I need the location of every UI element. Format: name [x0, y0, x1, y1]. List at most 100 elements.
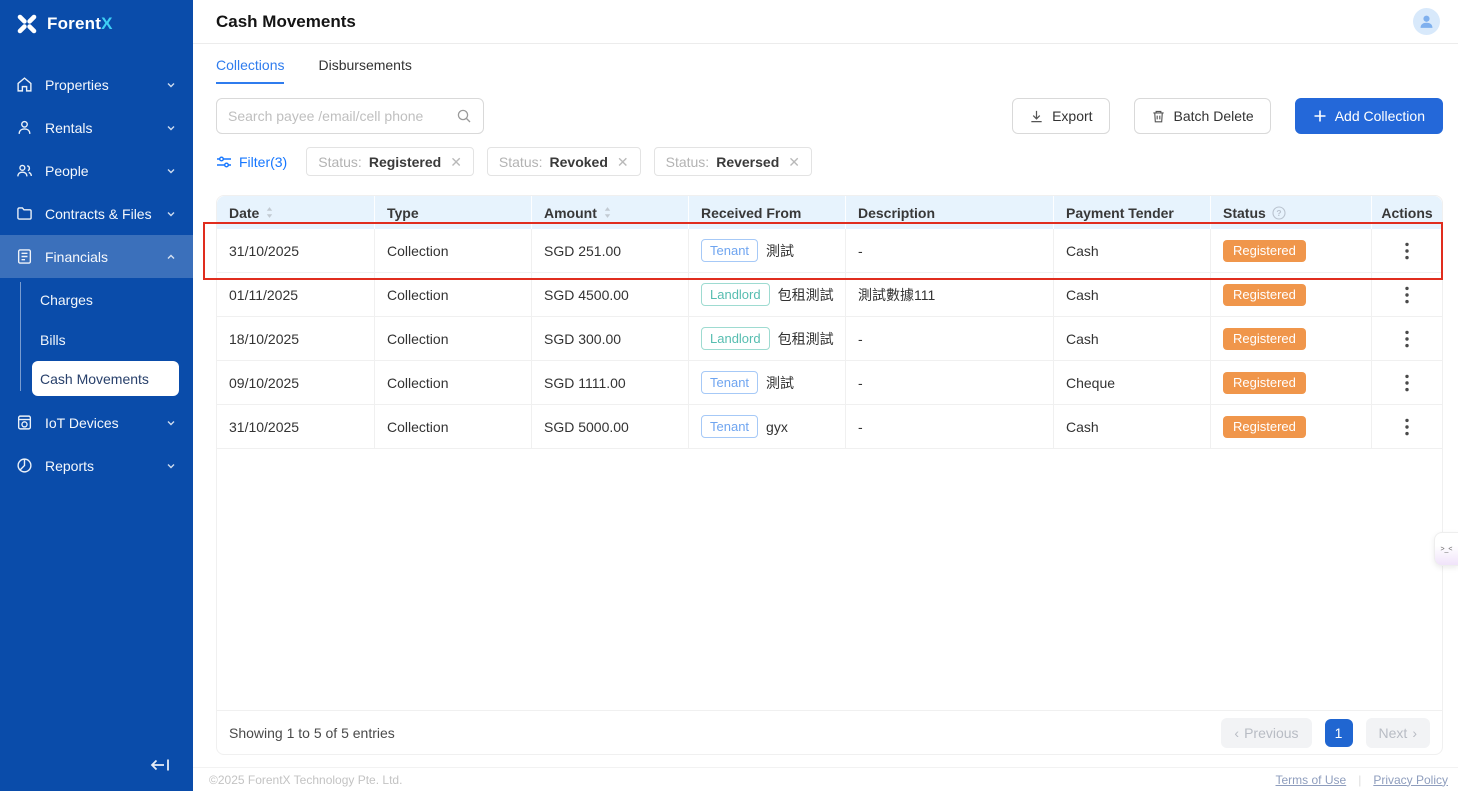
- sidebar-item-label: IoT Devices: [45, 415, 153, 431]
- cell-payment-tender: Cheque: [1054, 361, 1211, 404]
- sidebar-item-properties[interactable]: Properties: [0, 63, 193, 106]
- kebab-dots-icon: [1405, 418, 1409, 436]
- sidebar-subitem-cash-movements[interactable]: Cash Movements: [32, 361, 179, 396]
- cell-type: Collection: [375, 229, 532, 272]
- sidebar-item-iot-devices[interactable]: IoT Devices: [0, 401, 193, 444]
- kebab-dots-icon: [1405, 330, 1409, 348]
- sidebar-item-reports[interactable]: Reports: [0, 444, 193, 487]
- row-actions-kebab[interactable]: [1393, 281, 1421, 309]
- chevron-down-icon: [165, 417, 177, 429]
- row-actions-kebab[interactable]: [1393, 325, 1421, 353]
- cell-date: 31/10/2025: [217, 229, 375, 272]
- column-label: Status: [1223, 205, 1266, 221]
- payer-name: 包租測試: [778, 329, 834, 349]
- terms-of-use-link[interactable]: Terms of Use: [1276, 773, 1347, 787]
- batch-delete-label: Batch Delete: [1174, 108, 1254, 124]
- row-actions-kebab[interactable]: [1393, 413, 1421, 441]
- cell-description: -: [846, 361, 1054, 404]
- cell-amount: SGD 5000.00: [532, 405, 689, 448]
- sidebar-collapse-button[interactable]: [147, 753, 175, 777]
- export-button[interactable]: Export: [1012, 98, 1109, 134]
- cell-received-from: Landlord包租測試: [689, 273, 846, 316]
- cell-date: 31/10/2025: [217, 405, 375, 448]
- filter-label: Filter(3): [239, 154, 287, 170]
- status-badge: Registered: [1223, 284, 1306, 306]
- user-avatar[interactable]: [1413, 8, 1440, 35]
- next-page-button[interactable]: Next›: [1366, 718, 1430, 748]
- download-icon: [1029, 109, 1044, 124]
- chevron-down-icon: [165, 122, 177, 134]
- filter-chip-revoked[interactable]: Status: Revoked ✕: [487, 147, 641, 176]
- tenant-tag: Tenant: [701, 371, 758, 394]
- column-label: Date: [229, 205, 259, 221]
- help-circle-icon[interactable]: ?: [1272, 206, 1286, 220]
- sidebar-item-label: Rentals: [45, 120, 153, 136]
- sidebar-item-financials[interactable]: Financials: [0, 235, 193, 278]
- row-actions-kebab[interactable]: [1393, 369, 1421, 397]
- chip-close-icon[interactable]: ✕: [615, 155, 629, 169]
- column-header-date[interactable]: Date: [217, 196, 375, 229]
- previous-page-button[interactable]: ‹Previous: [1221, 718, 1311, 748]
- cell-type: Collection: [375, 405, 532, 448]
- cell-payment-tender: Cash: [1054, 317, 1211, 360]
- column-label: Description: [858, 205, 935, 221]
- add-collection-button[interactable]: Add Collection: [1295, 98, 1443, 134]
- row-actions-kebab[interactable]: [1393, 237, 1421, 265]
- cell-description: -: [846, 229, 1054, 272]
- sidebar-subitem-bills[interactable]: Bills: [0, 320, 193, 360]
- sidebar-subitem-charges[interactable]: Charges: [0, 280, 193, 320]
- batch-delete-button[interactable]: Batch Delete: [1134, 98, 1271, 134]
- search-input[interactable]: [228, 108, 448, 124]
- table-header: Date Type Amount Received From Descripti…: [217, 196, 1442, 229]
- column-label: Actions: [1381, 205, 1432, 221]
- status-badge: Registered: [1223, 372, 1306, 394]
- cell-amount: SGD 4500.00: [532, 273, 689, 316]
- sidebar-item-label: Financials: [45, 249, 153, 265]
- chip-value: Revoked: [550, 154, 608, 170]
- tab-disbursements[interactable]: Disbursements: [318, 57, 411, 84]
- iot-device-icon: [16, 414, 33, 431]
- cell-date: 01/11/2025: [217, 273, 375, 316]
- chip-close-icon[interactable]: ✕: [448, 155, 462, 169]
- filter-chip-reversed[interactable]: Status: Reversed ✕: [654, 147, 812, 176]
- brand-name: ForentX: [47, 14, 113, 34]
- cell-description: 測試數據111: [846, 273, 1054, 316]
- cell-actions: [1372, 273, 1442, 316]
- tenant-tag: Tenant: [701, 239, 758, 262]
- column-header-amount[interactable]: Amount: [532, 196, 689, 229]
- chip-close-icon[interactable]: ✕: [786, 155, 800, 169]
- search-icon[interactable]: [456, 108, 472, 124]
- privacy-policy-link[interactable]: Privacy Policy: [1373, 773, 1448, 787]
- sidebar-item-rentals[interactable]: Rentals: [0, 106, 193, 149]
- cell-status: Registered: [1211, 405, 1372, 448]
- cell-amount: SGD 1111.00: [532, 361, 689, 404]
- cell-received-from: Landlord包租測試: [689, 317, 846, 360]
- cell-received-from: Tenant測試: [689, 361, 846, 404]
- add-collection-label: Add Collection: [1335, 108, 1425, 124]
- column-label: Type: [387, 205, 419, 221]
- assistant-widget[interactable]: >_<: [1434, 532, 1458, 566]
- status-badge: Registered: [1223, 416, 1306, 438]
- avatar-person-icon: [1418, 13, 1435, 30]
- sort-icon: [603, 206, 612, 219]
- column-header-status: Status ?: [1211, 196, 1372, 229]
- document-icon: [16, 248, 33, 265]
- chip-prefix: Status:: [666, 154, 710, 170]
- filter-button[interactable]: Filter(3): [216, 154, 287, 170]
- table-row: 01/11/2025CollectionSGD 4500.00Landlord包…: [217, 273, 1442, 317]
- sidebar-item-contracts-files[interactable]: Contracts & Files: [0, 192, 193, 235]
- chevron-down-icon: [165, 79, 177, 91]
- filter-chip-registered[interactable]: Status: Registered ✕: [306, 147, 474, 176]
- forentx-x-icon: [16, 13, 38, 35]
- cell-status: Registered: [1211, 361, 1372, 404]
- cell-status: Registered: [1211, 317, 1372, 360]
- table-footer: Showing 1 to 5 of 5 entries ‹Previous 1 …: [217, 710, 1442, 754]
- subitem-label: Charges: [40, 292, 93, 308]
- page-number-1[interactable]: 1: [1325, 719, 1353, 747]
- sidebar-item-people[interactable]: People: [0, 149, 193, 192]
- chip-prefix: Status:: [318, 154, 362, 170]
- collapse-arrow-icon: [150, 757, 172, 773]
- cell-amount: SGD 251.00: [532, 229, 689, 272]
- sidebar-item-label: Contracts & Files: [45, 206, 153, 222]
- tab-collections[interactable]: Collections: [216, 57, 284, 84]
